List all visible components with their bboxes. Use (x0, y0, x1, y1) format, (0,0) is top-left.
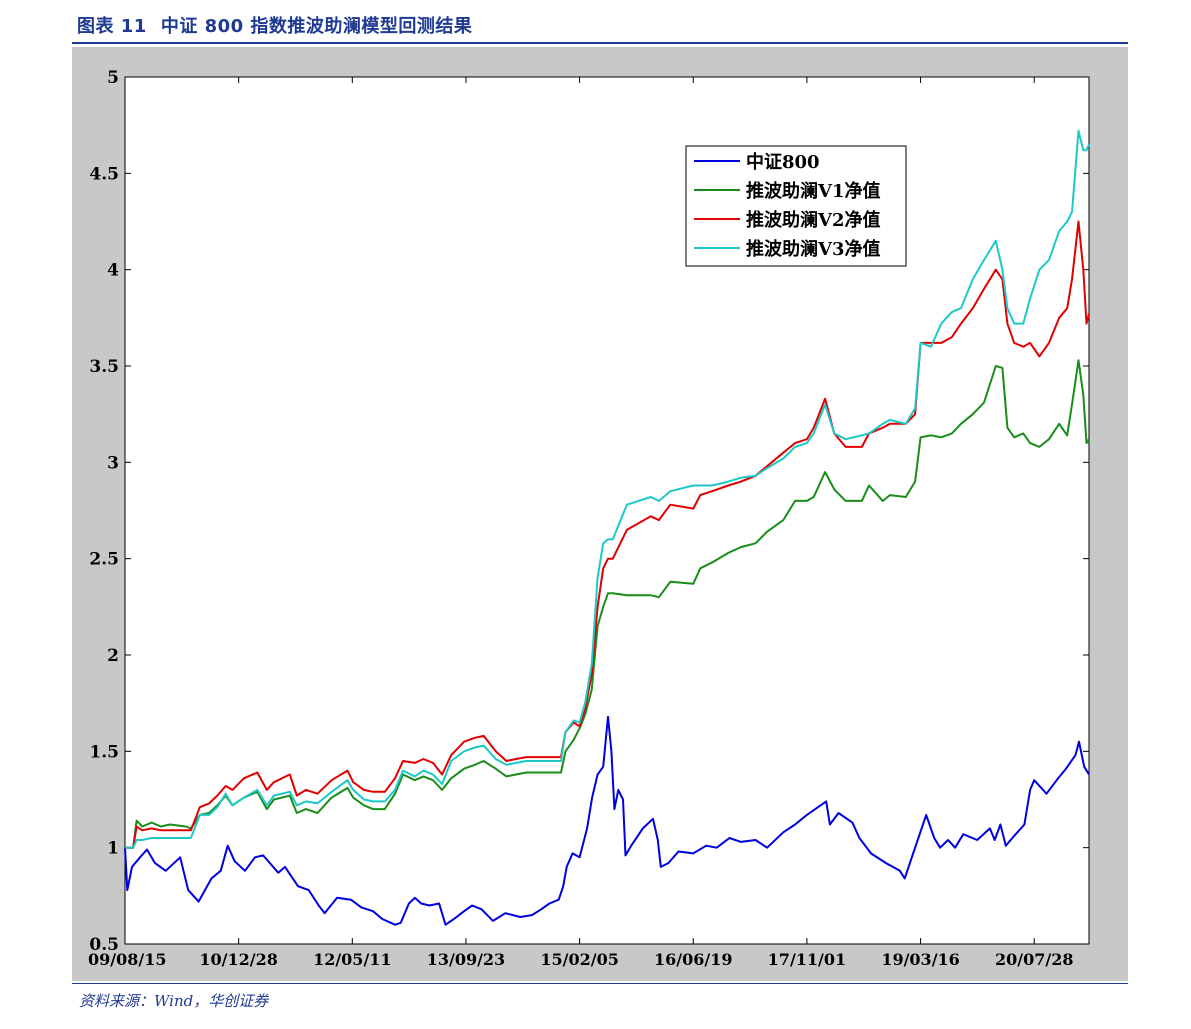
y-tick-label: 2 (107, 646, 119, 666)
y-tick-label: 1.5 (89, 742, 119, 762)
legend-label: 推波助澜V3净值 (746, 238, 881, 260)
legend-label: 推波助澜V1净值 (746, 180, 881, 202)
y-tick-label: 4.5 (89, 164, 119, 184)
line-chart: 0.511.522.533.544.5509/08/15 10/12/28 12/0… (88, 68, 1090, 969)
x-tick-label: 16/06/19 (654, 950, 732, 969)
x-tick-label: 10/12/28 (199, 950, 277, 969)
y-tick-label: 3 (107, 453, 119, 473)
legend-label: 推波助澜V2净值 (746, 209, 881, 231)
y-tick-label: 2.5 (89, 550, 119, 570)
x-tick-label: 17/11/01 (768, 950, 846, 969)
plot-area (124, 76, 1090, 945)
x-tick-label: 12/05/11 (313, 950, 391, 969)
y-tick-label: 3.5 (89, 357, 119, 377)
y-tick-label: 4 (107, 261, 119, 281)
y-tick-label: 1 (107, 839, 119, 859)
x-tick-label: 13/09/23 (427, 950, 505, 969)
x-tick-label: 09/08/15 (88, 950, 166, 969)
source-note: 资料来源：Wind，华创证券 (79, 992, 269, 1010)
footer-rule (72, 983, 1128, 984)
y-tick-label: 5 (107, 68, 119, 88)
legend-label: 中证800 (746, 151, 820, 173)
x-tick-label: 20/07/28 (995, 950, 1073, 969)
x-tick-label: 19/03/16 (881, 950, 959, 969)
x-tick-label: 15/02/05 (540, 950, 618, 969)
